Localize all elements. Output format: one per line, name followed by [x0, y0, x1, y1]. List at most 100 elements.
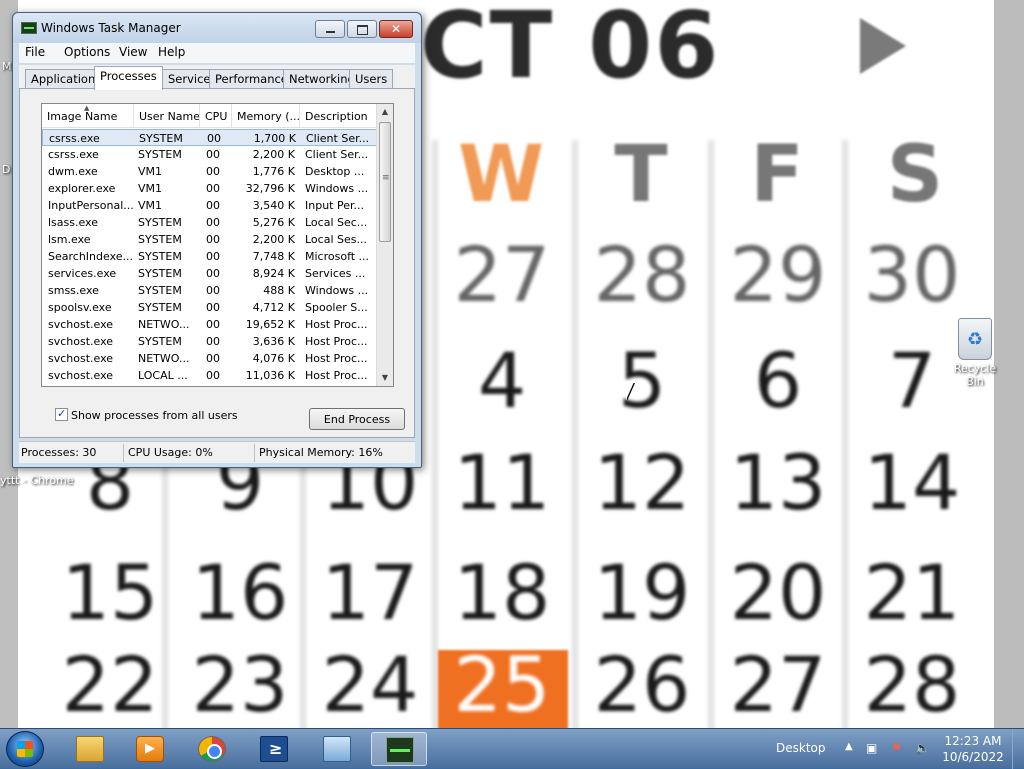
tab-strip: Applications Processes Services Performa…: [19, 65, 415, 90]
table-row[interactable]: services.exe SYSTEM 00 8,924 K Services ...: [42, 265, 378, 282]
vertical-scrollbar[interactable]: ▲ ▼: [376, 104, 393, 386]
cell-cpu: 00: [206, 182, 220, 195]
menu-view[interactable]: View: [119, 45, 147, 59]
table-row[interactable]: lsm.exe SYSTEM 00 2,200 K Local Ses...: [42, 231, 378, 248]
table-row[interactable]: SearchIndexe... SYSTEM 00 7,748 K Microsoft …: [42, 248, 378, 265]
tab-processes[interactable]: Processes: [94, 66, 163, 90]
calendar-weekday: T: [614, 130, 668, 220]
desktop-toolbar-label[interactable]: Desktop: [776, 741, 826, 755]
taskbar-powershell[interactable]: [246, 732, 302, 766]
taskbar-chrome[interactable]: [184, 732, 240, 766]
status-physical-memory: Physical Memory: 16%: [259, 446, 383, 459]
column-user-name[interactable]: User Name: [134, 104, 200, 128]
list-header: ▲ Image Name User Name CPU Memory (... D…: [42, 104, 378, 128]
table-row[interactable]: dwm.exe VM1 00 1,776 K Desktop ...: [42, 163, 378, 180]
table-row[interactable]: smss.exe SYSTEM 00 488 K Windows ...: [42, 282, 378, 299]
start-button[interactable]: [6, 731, 44, 767]
calendar-date: 19: [593, 548, 691, 637]
cell-memory: 3,540 K: [252, 199, 295, 212]
cell-cpu: 00: [206, 233, 220, 246]
taskbar-media-player[interactable]: [122, 732, 178, 766]
cell-image-name: svchost.exe: [48, 352, 114, 365]
taskbar-remote-desktop[interactable]: [309, 732, 365, 766]
cell-image-name: dwm.exe: [48, 165, 98, 178]
windows-explorer-icon: [76, 736, 104, 762]
cell-memory: 1,700 K: [253, 132, 296, 145]
table-row[interactable]: svchost.exe NETWO... 00 19,652 K Host Proc..…: [42, 316, 378, 333]
menu-help[interactable]: Help: [158, 45, 185, 59]
desktop-icon-label-partial: M: [2, 60, 12, 73]
end-process-button[interactable]: End Process: [309, 408, 405, 430]
maximize-button[interactable]: [347, 20, 377, 38]
table-row[interactable]: spoolsv.exe SYSTEM 00 4,712 K Spooler S...: [42, 299, 378, 316]
cell-cpu: 00: [206, 199, 220, 212]
status-divider: [254, 444, 255, 462]
cell-memory: 11,036 K: [245, 369, 295, 382]
cell-memory: 488 K: [263, 284, 295, 297]
cell-description: Windows ...: [305, 284, 369, 297]
taskbar-task-manager[interactable]: [371, 732, 427, 766]
scroll-up-arrow-icon[interactable]: ▲: [377, 104, 393, 120]
minimize-button[interactable]: [315, 20, 345, 38]
table-row[interactable]: lsass.exe SYSTEM 00 5,276 K Local Sec...: [42, 214, 378, 231]
checkbox-checked-icon[interactable]: [55, 407, 68, 421]
table-row[interactable]: csrss.exe SYSTEM 00 1,700 K Client Ser...: [42, 129, 378, 146]
column-cpu[interactable]: CPU: [200, 104, 232, 128]
clock-date: 10/6/2022: [942, 750, 1004, 764]
scroll-thumb[interactable]: [379, 122, 391, 242]
table-row[interactable]: csrss.exe SYSTEM 00 2,200 K Client Ser...: [42, 146, 378, 163]
tab-users[interactable]: Users: [349, 69, 394, 89]
cell-user-name: SYSTEM: [138, 216, 182, 229]
show-all-processes-checkbox[interactable]: Show processes from all users: [55, 407, 238, 422]
clock-time: 12:23 AM: [944, 734, 1002, 748]
calendar-date: 5: [617, 336, 667, 425]
calendar-date: 21: [863, 548, 961, 637]
desktop-icon-label-partial: D: [2, 163, 11, 176]
action-center-flag-icon[interactable]: ⚑: [891, 741, 902, 755]
column-memory[interactable]: Memory (...: [232, 104, 300, 128]
calendar-date: 20: [729, 548, 827, 637]
recycle-bin-shortcut[interactable]: Recycle Bin: [944, 318, 1006, 388]
calendar-date: 17: [321, 548, 419, 637]
menu-file[interactable]: File: [25, 45, 45, 59]
column-description[interactable]: Description: [300, 104, 378, 128]
cell-description: Windows ...: [305, 182, 369, 195]
show-hidden-icons-chevron-icon[interactable]: ▲: [845, 741, 853, 752]
calendar-date: 28: [863, 640, 961, 728]
powershell-icon: [260, 736, 288, 762]
calendar-month-heading: CT 06: [420, 0, 721, 99]
cell-cpu: 00: [206, 284, 220, 297]
table-row[interactable]: svchost.exe SYSTEM 00 3,636 K Host Proc...: [42, 333, 378, 350]
title-bar[interactable]: Windows Task Manager ✕: [13, 13, 421, 43]
calendar-date: 16: [191, 548, 289, 637]
calendar-date: 14: [863, 438, 961, 527]
process-list[interactable]: ▲ Image Name User Name CPU Memory (... D…: [41, 103, 394, 387]
table-row[interactable]: svchost.exe LOCAL ... 00 11,036 K Host Proc.…: [42, 367, 378, 384]
taskbar-windows-explorer[interactable]: [62, 732, 118, 766]
close-button[interactable]: ✕: [379, 20, 413, 38]
volume-icon[interactable]: 🔈: [915, 741, 930, 755]
network-icon[interactable]: ▣: [866, 741, 877, 755]
chrome-icon: [198, 736, 226, 762]
calendar-date: 23: [191, 640, 289, 728]
system-clock[interactable]: 12:23 AM 10/6/2022: [940, 733, 1006, 765]
cell-user-name: LOCAL ...: [138, 369, 188, 382]
tab-performance[interactable]: Performance: [209, 69, 294, 89]
cell-image-name: explorer.exe: [48, 182, 116, 195]
table-row[interactable]: explorer.exe VM1 00 32,796 K Windows ...: [42, 180, 378, 197]
chrome-shortcut[interactable]: yttt - Chrome: [0, 474, 90, 487]
table-row[interactable]: svchost.exe NETWO... 00 4,076 K Host Proc...: [42, 350, 378, 367]
scroll-down-arrow-icon[interactable]: ▼: [377, 370, 393, 386]
show-desktop-button[interactable]: [1012, 729, 1024, 769]
cell-user-name: SYSTEM: [138, 148, 182, 161]
status-bar: Processes: 30 CPU Usage: 0% Physical Mem…: [19, 441, 415, 463]
window-title: Windows Task Manager: [41, 21, 181, 35]
table-row[interactable]: InputPersonal... VM1 00 3,540 K Input Per...: [42, 197, 378, 214]
cell-user-name: VM1: [138, 199, 163, 212]
processes-panel: ▲ Image Name User Name CPU Memory (... D…: [19, 88, 415, 438]
menu-options[interactable]: Options: [64, 45, 110, 59]
cell-user-name: SYSTEM: [138, 233, 182, 246]
column-image-name[interactable]: ▲ Image Name: [42, 104, 134, 128]
column-label: Memory (...: [237, 110, 300, 123]
status-divider: [123, 444, 124, 462]
